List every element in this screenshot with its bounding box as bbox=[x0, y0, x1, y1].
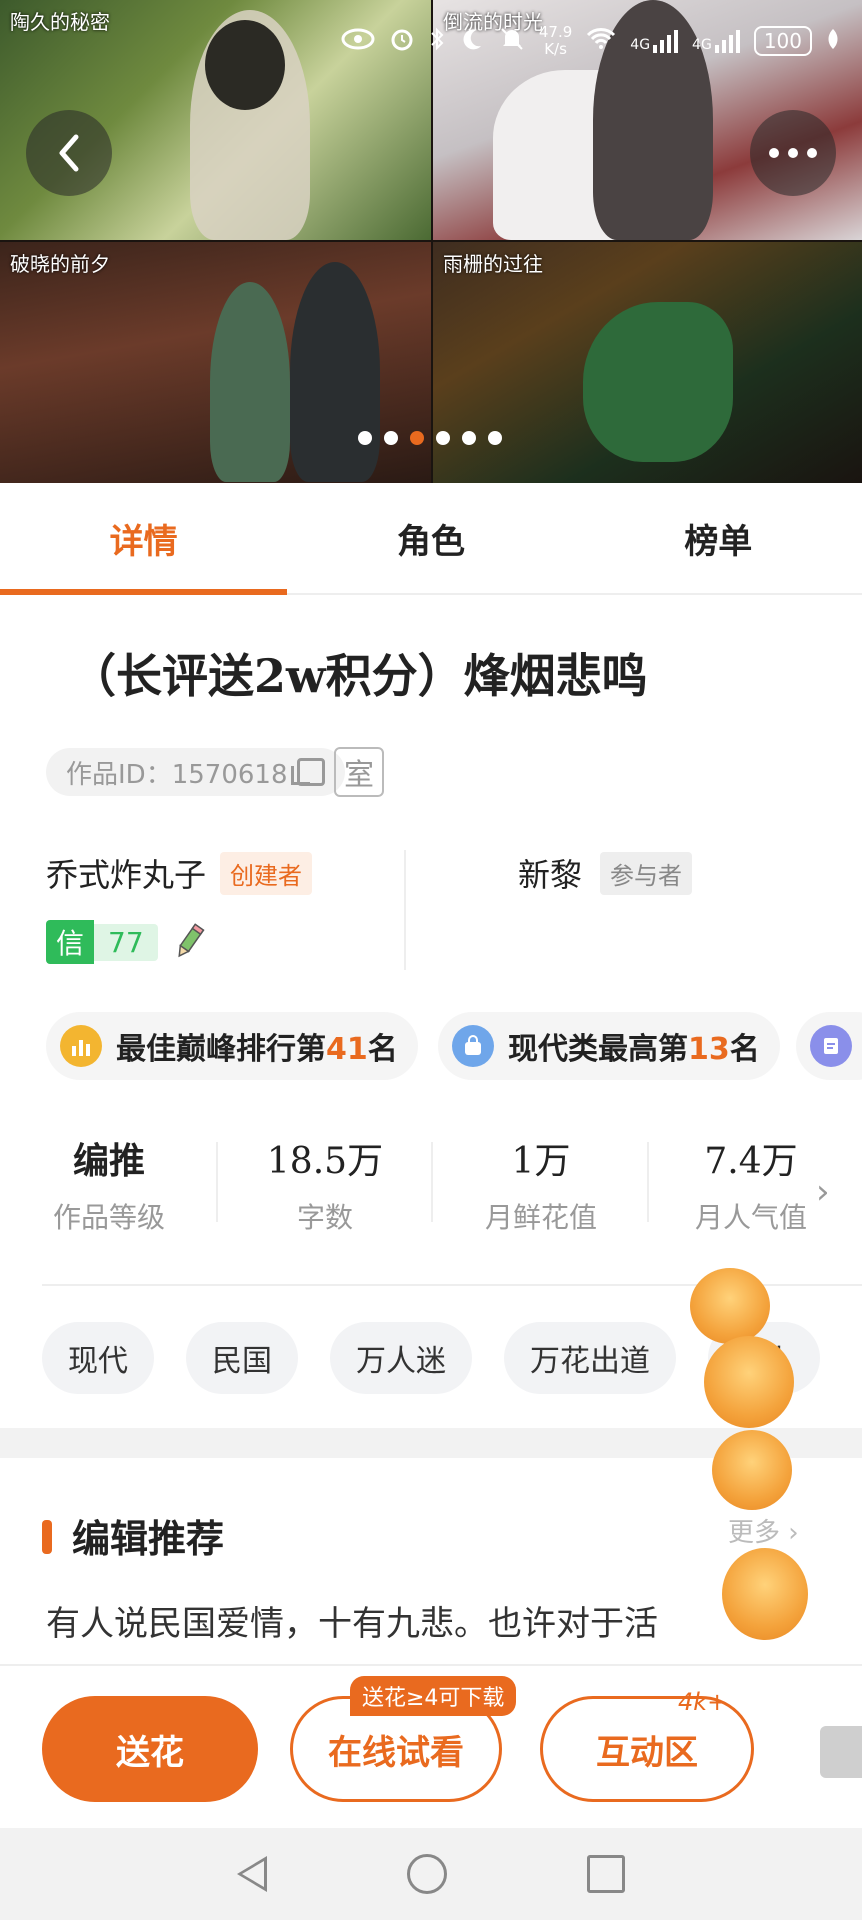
wifi-icon bbox=[586, 27, 616, 56]
pagination-dot-active[interactable] bbox=[410, 431, 424, 445]
bluetooth-icon bbox=[429, 26, 445, 57]
copy-icon[interactable] bbox=[291, 758, 326, 786]
pagination-dot[interactable] bbox=[384, 431, 398, 445]
signal-icon: 4G bbox=[692, 29, 740, 53]
creator-name[interactable]: 乔式炸丸子 bbox=[46, 850, 206, 896]
nav-recents-icon[interactable] bbox=[587, 1855, 625, 1893]
pagination-dot[interactable] bbox=[358, 431, 372, 445]
rank-chip-more[interactable] bbox=[796, 1012, 862, 1080]
creator-role-badge: 创建者 bbox=[220, 851, 313, 895]
tile-caption: 陶久的秘密 bbox=[10, 10, 110, 34]
tab-rankings[interactable]: 榜单 bbox=[575, 483, 862, 593]
credit-score-badge[interactable]: 信 77 bbox=[46, 920, 158, 964]
room-icon[interactable]: 室 bbox=[334, 747, 384, 797]
pagination-dot[interactable] bbox=[462, 431, 476, 445]
stat-flower-value: 1万 月鲜花值 bbox=[436, 1132, 646, 1236]
divider bbox=[431, 1142, 433, 1222]
recommend-heading: 编辑推荐 bbox=[72, 1517, 225, 1561]
tag-chip[interactable]: 万人迷 bbox=[330, 1322, 472, 1394]
battery-indicator: 100 bbox=[753, 26, 812, 56]
moon-icon bbox=[459, 26, 485, 57]
download-hint-badge: 送花≥4可下载 bbox=[350, 1676, 517, 1716]
alarm-icon bbox=[389, 26, 415, 57]
tile-caption: 雨栅的过往 bbox=[443, 252, 543, 276]
cover-banner[interactable]: 陶久的秘密 倒流的时光 破晓的前夕 雨栅的过往 47.9 K/s 4G 4G 1… bbox=[0, 0, 862, 483]
rank-chip-category[interactable]: 现代类最高第13名 bbox=[438, 1012, 780, 1080]
stat-word-count: 18.5万 字数 bbox=[220, 1132, 430, 1236]
character-figure bbox=[583, 302, 733, 462]
stat-value: 1万 bbox=[511, 1141, 571, 1182]
net-speed: 47.9 K/s bbox=[538, 23, 573, 58]
stat-level: 编推 作品等级 bbox=[4, 1132, 214, 1236]
stat-label: 字数 bbox=[296, 1201, 353, 1234]
stat-value: 编推 bbox=[72, 1140, 145, 1182]
nav-home-icon[interactable] bbox=[407, 1854, 447, 1894]
signal-icon: 4G bbox=[630, 29, 679, 53]
participant-info[interactable]: 新黎 参与者 bbox=[518, 850, 693, 896]
thumbs-up-icon[interactable] bbox=[820, 1726, 862, 1778]
eye-icon bbox=[341, 28, 375, 55]
rank-chip-peak[interactable]: 最佳巅峰排行第41名 bbox=[46, 1012, 418, 1080]
hamster-sticker bbox=[704, 1336, 794, 1428]
credit-value: 77 bbox=[94, 923, 158, 961]
bag-icon bbox=[452, 1025, 494, 1067]
interaction-count-badge: 4k+ bbox=[678, 1688, 728, 1716]
bar-chart-icon bbox=[60, 1025, 102, 1067]
work-id-text: 作品ID：1570618 bbox=[66, 759, 288, 790]
pencil-icon[interactable] bbox=[172, 922, 206, 962]
work-id-chip[interactable]: 作品ID：1570618 bbox=[46, 748, 346, 796]
divider bbox=[404, 850, 406, 970]
stat-value: 18.5万 bbox=[266, 1141, 384, 1182]
mute-icon bbox=[499, 26, 525, 57]
chevron-left-icon bbox=[59, 134, 79, 172]
divider bbox=[216, 1142, 218, 1222]
character-figure bbox=[210, 282, 290, 482]
send-flower-button[interactable]: 送花 bbox=[42, 1696, 258, 1802]
doc-icon bbox=[810, 1025, 852, 1067]
more-dots-icon bbox=[769, 148, 817, 158]
hamster-sticker bbox=[722, 1548, 808, 1640]
recommend-more-link[interactable]: 更多 › bbox=[728, 1512, 799, 1549]
stats-row: 编推 作品等级 18.5万 字数 1万 月鲜花值 7.4万 月人气值 bbox=[0, 1132, 862, 1242]
credit-label: 信 bbox=[46, 920, 95, 964]
leaf-icon bbox=[826, 27, 840, 56]
stat-label: 作品等级 bbox=[52, 1201, 165, 1234]
tag-chip[interactable]: 现代 bbox=[42, 1322, 154, 1394]
banner-tile-4: 雨栅的过往 bbox=[433, 242, 862, 483]
participant-name[interactable]: 新黎 bbox=[518, 850, 582, 896]
nav-back-icon[interactable] bbox=[237, 1856, 267, 1892]
bottom-action-bar: 送花 在线试看 送花≥4可下载 互动区 4k+ bbox=[0, 1664, 862, 1830]
more-button[interactable] bbox=[750, 110, 836, 196]
hamster-sticker bbox=[712, 1430, 792, 1510]
creator-info[interactable]: 乔式炸丸子 创建者 bbox=[46, 850, 313, 896]
tab-characters[interactable]: 角色 bbox=[287, 483, 574, 593]
banner-tile-3: 破晓的前夕 bbox=[0, 242, 431, 483]
character-figure bbox=[290, 262, 380, 482]
stats-chevron-right-icon[interactable]: › bbox=[816, 1172, 830, 1212]
tag-chip[interactable]: 民国 bbox=[186, 1322, 298, 1394]
stat-label: 月鲜花值 bbox=[484, 1201, 597, 1234]
work-title: （长评送2w积分）烽烟悲鸣 bbox=[70, 649, 648, 703]
rank-text: 现代类最高第13名 bbox=[508, 1032, 760, 1067]
banner-pagination bbox=[358, 431, 502, 445]
tile-caption: 破晓的前夕 bbox=[10, 252, 110, 276]
character-hair bbox=[205, 20, 285, 110]
back-button[interactable] bbox=[26, 110, 112, 196]
tag-chip[interactable]: 万花出道 bbox=[504, 1322, 676, 1394]
tab-details[interactable]: 详情 bbox=[0, 483, 288, 595]
rank-text: 最佳巅峰排行第41名 bbox=[116, 1032, 398, 1067]
pagination-dot[interactable] bbox=[488, 431, 502, 445]
system-nav-bar bbox=[0, 1828, 862, 1920]
tab-bar: 详情 角色 榜单 bbox=[0, 483, 862, 595]
pagination-dot[interactable] bbox=[436, 431, 450, 445]
section-accent-bar bbox=[42, 1520, 52, 1554]
status-bar: 47.9 K/s 4G 4G 100 bbox=[341, 24, 840, 58]
hamster-sticker bbox=[690, 1268, 770, 1344]
participant-role-badge: 参与者 bbox=[600, 851, 693, 895]
